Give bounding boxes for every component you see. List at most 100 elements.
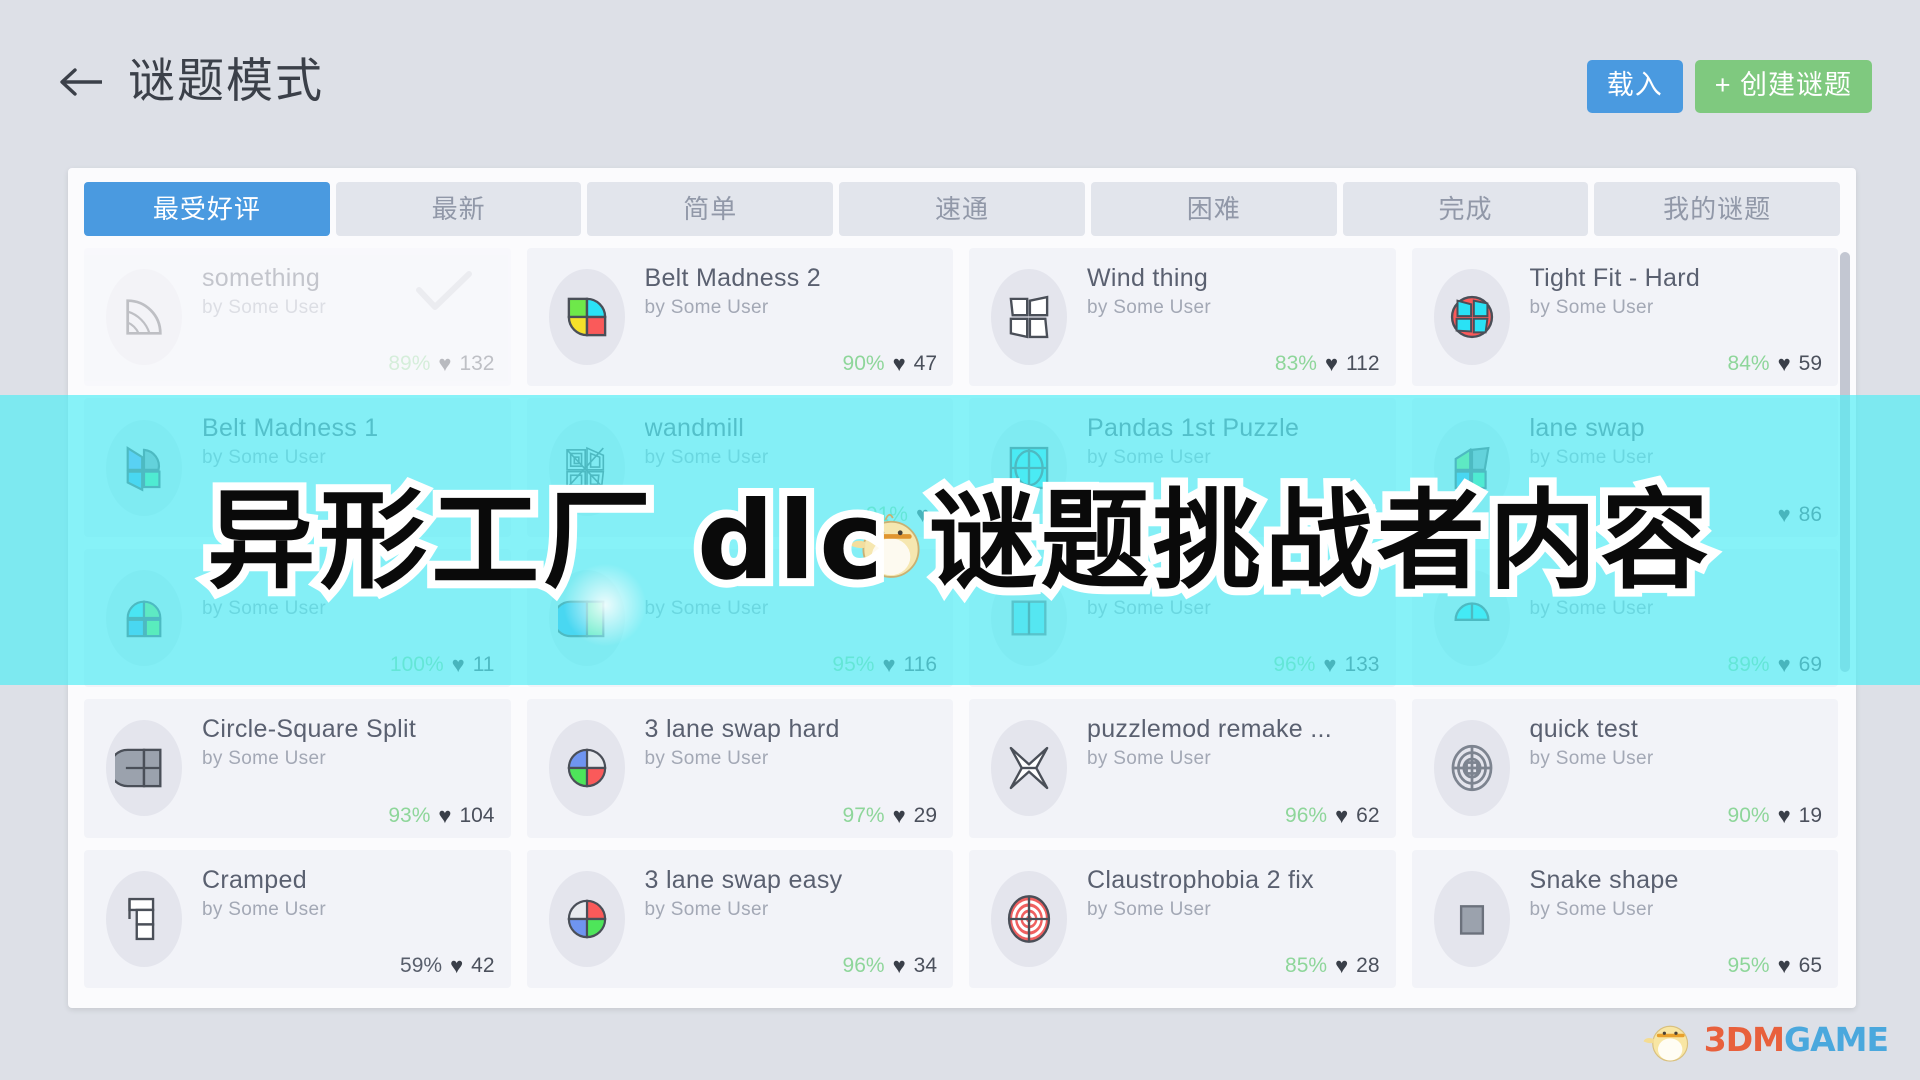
framed-circle-icon <box>991 419 1067 516</box>
puzzle-card[interactable]: Cramped by Some User 59% ♥ 42 <box>84 849 511 988</box>
puzzle-stats: 91% ♥ <box>866 503 937 527</box>
heart-icon: ♥ <box>1777 501 1791 527</box>
scrollbar-thumb[interactable] <box>1840 252 1850 672</box>
watermark-text: 3DMGAME <box>1704 1019 1889 1059</box>
heart-icon: ♥ <box>1323 652 1337 678</box>
puzzle-title: puzzlemod remake ... <box>1087 715 1332 744</box>
puzzle-card[interactable]: Snake shape by Some User 95% ♥ 65 <box>1411 849 1838 988</box>
puzzle-stats: 83% ♥ 112 <box>1275 352 1380 376</box>
completion-percent: 89% <box>1727 653 1770 677</box>
puzzle-stats: 89% ♥ 69 <box>1728 653 1822 677</box>
like-count: 29 <box>913 803 937 827</box>
puzzle-stats: 89% ♥ 132 <box>388 352 494 376</box>
puzzle-author: by Some User <box>644 748 769 770</box>
like-count: 116 <box>903 653 937 677</box>
puzzle-author: by Some User <box>644 297 769 318</box>
heart-icon: ♥ <box>1324 351 1339 377</box>
puzzle-stats: ♥ <box>1350 504 1379 527</box>
puzzle-author: by Some User <box>1087 748 1211 770</box>
puzzle-card[interactable]: Circle-Square Split by Some User 93% ♥ 104 <box>84 699 511 838</box>
puzzle-stats: 100% ♥ 11 <box>390 653 495 677</box>
puzzle-card[interactable]: something by Some User 89% ♥ 132 <box>84 248 511 387</box>
heart-icon: ♥ <box>1335 802 1349 828</box>
completion-percent: 95% <box>1727 953 1770 977</box>
puzzle-card[interactable]: by Some User 95% ♥ 116 <box>526 548 953 688</box>
completion-percent: 84% <box>1727 352 1770 376</box>
heart-icon: ♥ <box>1777 652 1791 678</box>
create-puzzle-button[interactable]: + 创建谜题 <box>1694 60 1872 113</box>
puzzle-card[interactable]: lane swap by Some User ♥ 86 <box>1411 398 1838 537</box>
tab-0[interactable]: 最受好评 <box>84 182 330 236</box>
circle-square-split-icon <box>106 720 182 817</box>
puzzle-author: by Some User <box>202 898 326 920</box>
tab-6[interactable]: 我的谜题 <box>1594 182 1841 236</box>
puzzle-card[interactable]: Belt Madness 1 by Some User ♥ <box>84 398 511 537</box>
puzzle-title: something <box>202 264 321 292</box>
puzzle-author: by Some User <box>1529 297 1654 318</box>
puzzle-card[interactable]: by Some User 89% ♥ 69 <box>1411 548 1838 688</box>
puzzle-author: by Some User <box>1529 447 1654 469</box>
puzzle-card[interactable]: Fby Some User 96% ♥ 133 <box>969 548 1396 688</box>
app-root: 谜题模式 载入 + 创建谜题 最受好评 最新 简单 速通 困难 完成 我的谜题 someth… <box>0 0 1920 1080</box>
quad-color-arc-icon <box>548 269 625 366</box>
puzzle-stats: 96% ♥ 34 <box>843 954 937 978</box>
puzzle-card[interactable]: Belt Madness 2 by Some User 90% ♥ 47 <box>526 248 953 387</box>
belt-flag-icon <box>106 419 182 516</box>
tab-3[interactable]: 速通 <box>839 182 1085 236</box>
puzzle-title: Wind thing <box>1087 264 1209 292</box>
completion-percent: 85% <box>1285 953 1328 977</box>
scrollbar[interactable] <box>1840 252 1850 974</box>
puzzle-title: Circle-Square Split <box>202 715 417 744</box>
puzzle-card[interactable]: Tight Fit - Hard by Some User 84% ♥ 59 <box>1411 248 1838 387</box>
tab-2[interactable]: 简单 <box>587 182 834 236</box>
puzzle-title: lane swap <box>1529 414 1645 443</box>
puzzle-stats: 96% ♥ 62 <box>1285 804 1379 828</box>
watermark-game: GAME <box>1783 1019 1889 1059</box>
tab-5[interactable]: 完成 <box>1342 182 1589 236</box>
puzzle-card[interactable]: Wind thing by Some User 83% ♥ 112 <box>969 248 1396 387</box>
four-point-star-icon <box>991 720 1067 817</box>
tab-4[interactable]: 困难 <box>1090 182 1337 236</box>
puzzle-card[interactable]: 3 lane swap hard by Some User 97% ♥ 29 <box>526 699 953 838</box>
tab-1[interactable]: 最新 <box>335 182 582 236</box>
like-count: 112 <box>1346 352 1380 376</box>
dome-split-icon <box>1433 569 1510 666</box>
puzzle-title: Cramped <box>202 865 307 894</box>
filter-tabs: 最受好评 最新 简单 速通 困难 完成 我的谜题 <box>84 182 1841 236</box>
puzzle-title: quick test <box>1529 715 1639 744</box>
like-count: 28 <box>1356 953 1380 977</box>
puzzle-stats: 90% ♥ 47 <box>843 352 937 376</box>
puzzle-card[interactable]: puzzlemod remake ... by Some User 96% ♥ 62 <box>969 699 1396 838</box>
green-blue-split-icon <box>548 569 625 666</box>
puzzle-author: by Some User <box>1087 597 1211 619</box>
puzzle-card[interactable]: 3 lane swap easy by Some User 96% ♥ 34 <box>526 849 953 988</box>
square-split-icon <box>991 569 1067 666</box>
load-button[interactable]: 载入 <box>1586 60 1683 113</box>
pinwheel-outline-icon <box>991 269 1067 366</box>
puzzle-card[interactable]: Pandas 1st Puzzle by Some User ♥ <box>969 398 1396 537</box>
puzzle-author: by Some User <box>644 597 769 619</box>
cramped-boxes-icon <box>106 870 182 967</box>
puzzle-card[interactable]: quick test by Some User 90% ♥ 19 <box>1411 699 1838 838</box>
completion-percent: 100% <box>389 653 444 677</box>
heart-icon: ♥ <box>915 501 929 527</box>
red-cyan-pinwheel-icon <box>1433 269 1510 366</box>
puzzle-card[interactable]: wandmill by Some User 91% ♥ <box>526 398 953 537</box>
puzzle-title: Snake shape <box>1529 865 1679 894</box>
arrow-left-icon <box>60 68 102 96</box>
puzzle-author: by Some User <box>1087 297 1211 318</box>
like-count: 42 <box>471 953 495 977</box>
quad-pie-icon <box>548 720 625 817</box>
red-target-icon <box>991 870 1067 967</box>
page-title: 谜题模式 <box>128 54 324 107</box>
puzzle-card[interactable]: by Some User 100% ♥ 11 <box>84 548 511 688</box>
quarter-arc-icon <box>106 269 182 366</box>
target-rings-icon <box>1433 720 1510 817</box>
heart-icon: ♥ <box>450 952 464 978</box>
heart-icon: ♥ <box>1335 952 1349 978</box>
back-button[interactable] <box>58 62 106 102</box>
puzzle-author: by Some User <box>1087 447 1211 469</box>
completion-percent: 93% <box>388 803 431 827</box>
completion-percent: 96% <box>842 953 885 977</box>
puzzle-card[interactable]: Claustrophobia 2 fix by Some User 85% ♥ 28 <box>969 849 1396 988</box>
